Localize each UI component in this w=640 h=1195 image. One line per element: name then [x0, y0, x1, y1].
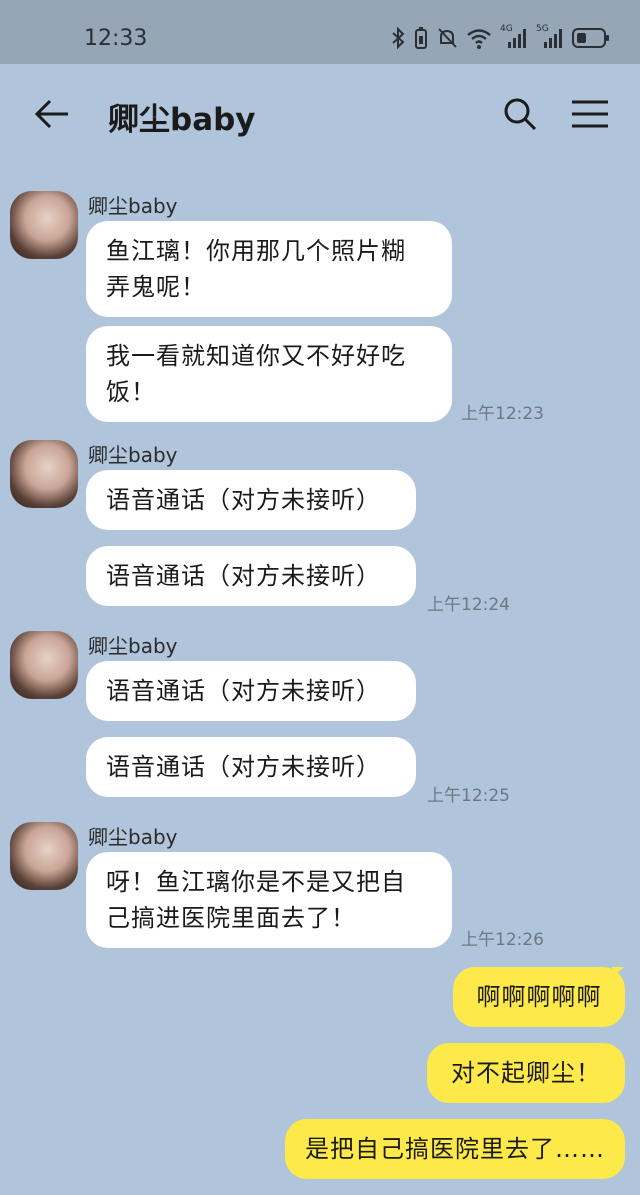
sender-name: 卿尘baby [88, 443, 178, 467]
avatar[interactable] [10, 631, 78, 699]
bluetooth-icon [392, 26, 405, 50]
call-bubble[interactable]: 语音通话（对方未接听） [86, 546, 416, 606]
status-icons: 4G 5G [390, 24, 610, 52]
message-text: 对不起卿尘！ [451, 1059, 601, 1087]
message-text: 是把自己搞医院里去了…… [305, 1135, 605, 1163]
battery-saver-icon [415, 27, 427, 49]
bubble-tail [612, 967, 624, 977]
message-timestamp: 上午12:26 [461, 930, 544, 950]
message-text: 弄鬼呢！ [106, 273, 206, 301]
message-timestamp: 上午12:24 [427, 595, 510, 615]
call-bubble[interactable]: 语音通话（对方未接听） [86, 737, 416, 797]
message-bubble[interactable]: 我一看就知道你又不好好吃 饭！ [86, 326, 452, 422]
sender-name: 卿尘baby [88, 634, 178, 658]
message-text: 语音通话（对方未接听） [106, 677, 381, 705]
wifi-icon [467, 29, 491, 49]
my-message-bubble[interactable]: 啊啊啊啊啊 [453, 967, 625, 1027]
call-bubble[interactable]: 语音通话（对方未接听） [86, 470, 416, 530]
my-message-bubble[interactable]: 对不起卿尘！ [427, 1043, 625, 1103]
message-timestamp: 上午12:23 [461, 404, 544, 424]
message-timestamp: 上午12:25 [427, 786, 510, 806]
sender-name: 卿尘baby [88, 825, 178, 849]
sender-name: 卿尘baby [88, 194, 178, 218]
chat-header: 卿尘baby [0, 64, 640, 166]
back-arrow-icon[interactable] [30, 96, 74, 132]
message-bubble[interactable]: 鱼江璃！你用那几个照片糊 弄鬼呢！ [86, 221, 452, 317]
message-text: 啊啊啊啊啊 [476, 983, 602, 1011]
message-text: 语音通话（对方未接听） [106, 562, 381, 590]
status-bar: 12:33 4G 5G [0, 0, 640, 64]
message-bubble[interactable]: 呀！鱼江璃你是不是又把自 己搞进医院里面去了！ [86, 852, 452, 948]
status-time: 12:33 [84, 26, 148, 51]
battery-icon [572, 28, 609, 48]
message-text: 语音通话（对方未接听） [106, 753, 381, 781]
avatar[interactable] [10, 822, 78, 890]
avatar[interactable] [10, 191, 78, 259]
message-text: 语音通话（对方未接听） [106, 486, 381, 514]
menu-icon[interactable] [570, 98, 610, 130]
avatar[interactable] [10, 440, 78, 508]
signal-icon: 5G [536, 24, 564, 50]
chat-title: 卿尘baby [108, 102, 256, 138]
signal-icon: 4G [500, 24, 528, 50]
message-text: 己搞进医院里面去了！ [106, 904, 356, 932]
message-text: 饭！ [106, 378, 156, 406]
message-text: 鱼江璃！你用那几个照片糊 [106, 237, 406, 265]
mute-icon [438, 28, 457, 48]
my-message-bubble[interactable]: 是把自己搞医院里去了…… [285, 1119, 625, 1179]
search-icon[interactable] [500, 94, 540, 134]
message-text: 呀！鱼江璃你是不是又把自 [106, 868, 406, 896]
call-bubble[interactable]: 语音通话（对方未接听） [86, 661, 416, 721]
message-text: 我一看就知道你又不好好吃 [106, 342, 406, 370]
